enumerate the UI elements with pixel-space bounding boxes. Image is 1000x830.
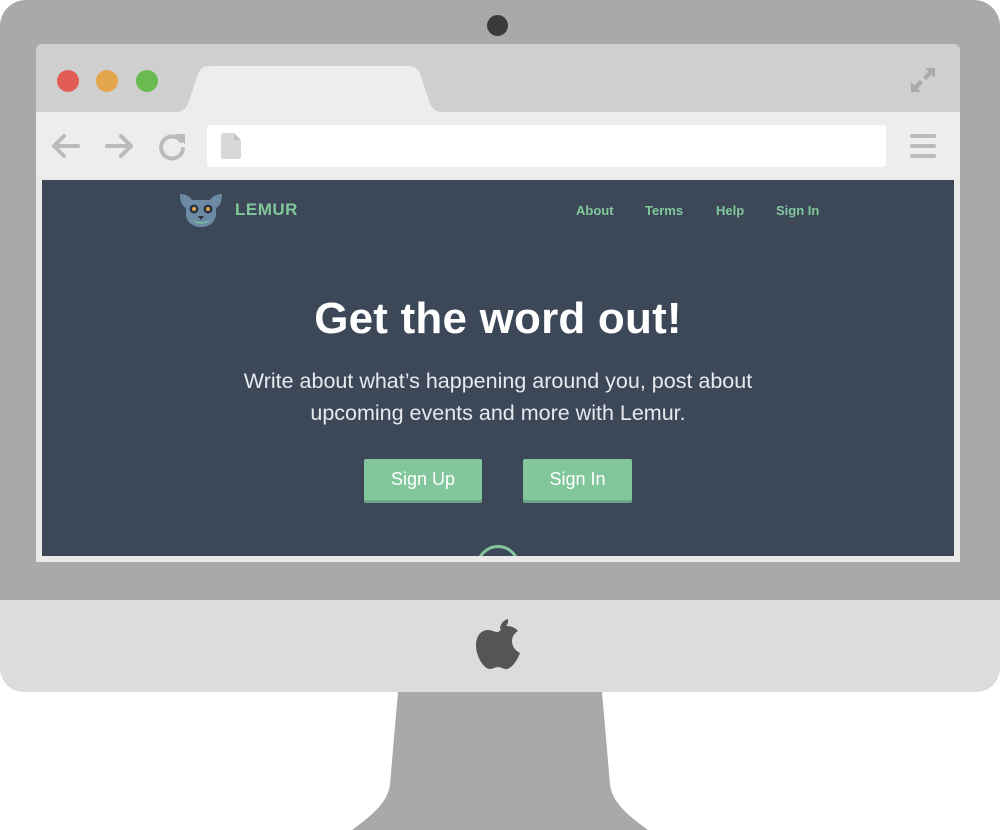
- brand-name: LEMUR: [235, 200, 298, 219]
- sign-up-button[interactable]: Sign Up: [364, 459, 482, 500]
- hero-title: Get the word out!: [314, 294, 682, 343]
- monitor-stand: [352, 692, 648, 830]
- page-icon: [221, 133, 241, 159]
- lemur-logo-icon: [180, 194, 222, 227]
- apple-logo-icon: [476, 619, 520, 669]
- tab-bar: [36, 44, 960, 112]
- address-bar[interactable]: [207, 125, 886, 167]
- back-arrow-icon[interactable]: [50, 130, 82, 162]
- camera-icon: [487, 15, 508, 36]
- scroll-down-indicator-icon[interactable]: [476, 545, 520, 556]
- browser-window: LEMUR About Terms Help Sign In Get the w…: [36, 44, 960, 562]
- forward-arrow-icon[interactable]: [103, 130, 135, 162]
- hero-subtitle: Write about what’s happening around you,…: [243, 369, 753, 425]
- close-window-button[interactable]: [57, 70, 79, 92]
- nav-link-sign-in[interactable]: Sign In: [776, 203, 819, 218]
- hamburger-menu-icon[interactable]: [910, 132, 936, 160]
- brand[interactable]: LEMUR: [178, 192, 298, 228]
- page-viewport: LEMUR About Terms Help Sign In Get the w…: [42, 180, 954, 556]
- expand-icon[interactable]: [907, 64, 939, 96]
- reload-icon[interactable]: [156, 130, 188, 162]
- nav-link-about[interactable]: About: [576, 203, 614, 218]
- maximize-window-button[interactable]: [136, 70, 158, 92]
- browser-tab[interactable]: [176, 66, 442, 112]
- nav-link-help[interactable]: Help: [716, 203, 744, 218]
- browser-toolbar: [36, 112, 960, 178]
- nav-link-terms[interactable]: Terms: [645, 203, 683, 218]
- minimize-window-button[interactable]: [96, 70, 118, 92]
- sign-in-button[interactable]: Sign In: [523, 459, 632, 500]
